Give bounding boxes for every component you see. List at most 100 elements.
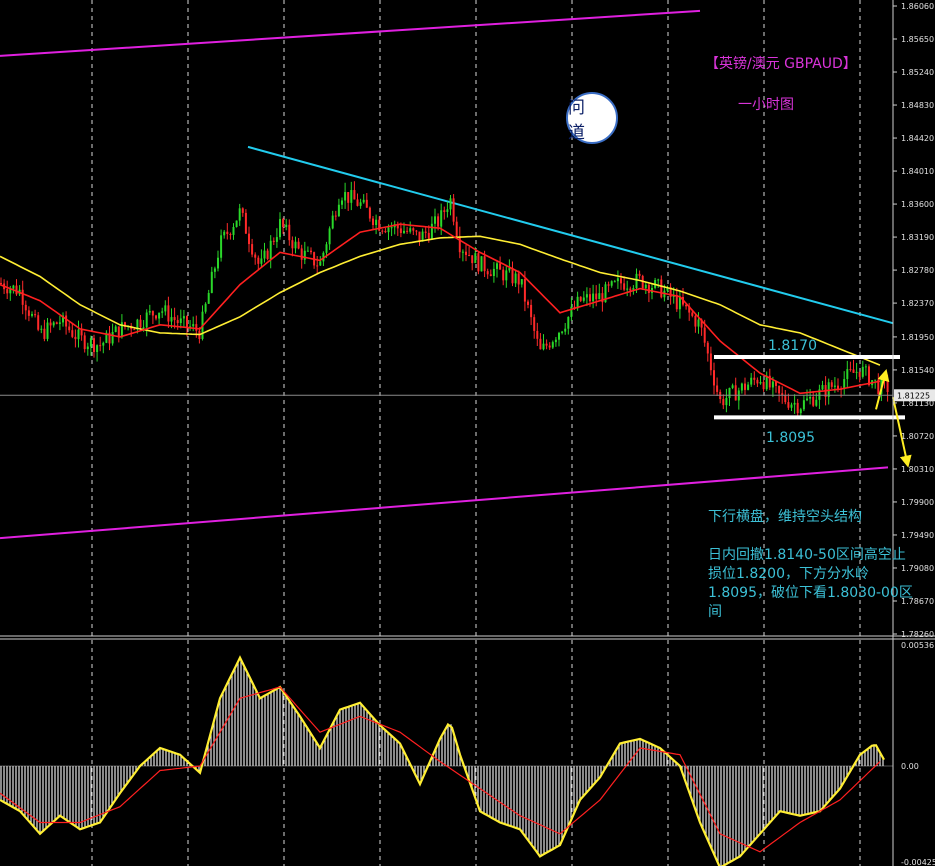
ma-slow-line: [0, 235, 881, 366]
price-tick-label: 1.81540: [901, 366, 934, 375]
candle-body: [235, 220, 238, 227]
candle-body: [626, 288, 629, 290]
candle-body: [403, 230, 405, 233]
candle-body: [725, 397, 728, 406]
candle-body: [31, 314, 33, 316]
candle-body: [561, 331, 564, 333]
price-tick-label: 1.79900: [901, 498, 934, 507]
candle-body: [483, 256, 486, 272]
candle-body: [365, 199, 368, 208]
trendlines: [0, 9, 894, 540]
chart-title: 【英镑/澳元 GBPAUD】: [705, 56, 857, 72]
candle-body: [325, 244, 328, 253]
candle-body: [294, 241, 297, 249]
price-tick-label: 1.82780: [901, 266, 934, 275]
candle-body: [861, 366, 864, 377]
candle-body: [139, 319, 142, 328]
candle-body: [40, 328, 43, 330]
candle-body: [164, 305, 167, 312]
candle-body: [186, 316, 188, 328]
candle-body: [458, 236, 461, 253]
candle-body: [204, 303, 207, 312]
candle-body: [114, 326, 117, 332]
candle-body: [285, 224, 288, 228]
candle-body: [260, 258, 263, 264]
price-tick-label: 1.85240: [901, 68, 934, 77]
candle-body: [815, 399, 818, 406]
candle-body: [542, 343, 545, 350]
candle-body: [68, 326, 71, 331]
candle-body: [849, 369, 852, 371]
candle-body: [592, 293, 595, 302]
candle-body: [585, 294, 588, 298]
candle-body: [49, 322, 52, 326]
candle-body: [220, 235, 223, 258]
candle-body: [762, 381, 765, 390]
candle-body: [80, 329, 83, 336]
candle-body: [734, 385, 737, 401]
candle-body: [319, 261, 322, 266]
candle-body: [440, 210, 443, 227]
ma-fast-line: [0, 223, 881, 395]
candle-body: [517, 273, 520, 285]
candle-body: [778, 385, 781, 394]
candle-body: [744, 383, 746, 390]
candle-body: [192, 324, 195, 327]
candle-body: [486, 271, 489, 275]
candle-body: [86, 346, 89, 350]
candle-body: [55, 322, 58, 324]
candle-body: [303, 250, 306, 260]
candle-body: [722, 399, 725, 406]
candle-body: [15, 285, 18, 295]
candle-body: [368, 207, 371, 219]
candle-body: [43, 328, 46, 339]
candle-body: [384, 230, 387, 233]
candle-body: [449, 198, 452, 210]
current-price-label: 1.81225: [897, 391, 930, 400]
candle-body: [607, 284, 610, 286]
candle-body: [480, 256, 483, 272]
candle-body: [257, 257, 260, 264]
candle-body: [148, 311, 151, 313]
price-tick-label: 1.81950: [901, 333, 934, 342]
trendline: [247, 145, 894, 325]
trendline: [0, 466, 889, 540]
candle-body: [443, 210, 446, 212]
candle-body: [551, 342, 554, 348]
candle-body: [331, 215, 334, 229]
candle-body: [223, 231, 226, 236]
candle-body: [412, 228, 415, 231]
candle-body: [589, 294, 591, 302]
candle-body: [179, 318, 182, 324]
candle-body: [213, 268, 216, 272]
candle-body: [65, 315, 68, 327]
candle-body: [545, 343, 548, 346]
candle-body: [678, 297, 681, 310]
candle-body: [210, 271, 213, 293]
candle-body: [424, 231, 427, 233]
price-tick-label: 1.84830: [901, 101, 934, 110]
candle-body: [37, 315, 40, 330]
candle-body: [821, 385, 824, 390]
candle-body: [409, 228, 412, 232]
candle-body: [846, 369, 849, 380]
candle-body: [155, 315, 157, 319]
candle-body: [182, 316, 185, 319]
candle-body: [266, 250, 269, 259]
candle-body: [387, 227, 390, 233]
candle-body: [461, 251, 464, 253]
level-high-label: 1.8170: [768, 338, 817, 354]
candle-body: [728, 387, 731, 398]
candle-body: [263, 250, 266, 259]
candle-body: [173, 317, 176, 321]
candle-body: [288, 224, 291, 241]
candle-body: [787, 402, 790, 408]
candle-body: [598, 293, 601, 300]
candle-body: [613, 281, 616, 283]
candle-body: [229, 234, 232, 236]
candle-body: [799, 409, 802, 414]
candle-body: [269, 240, 272, 259]
candle-body: [868, 366, 870, 386]
candle-body: [796, 402, 799, 414]
candle-body: [527, 301, 529, 305]
